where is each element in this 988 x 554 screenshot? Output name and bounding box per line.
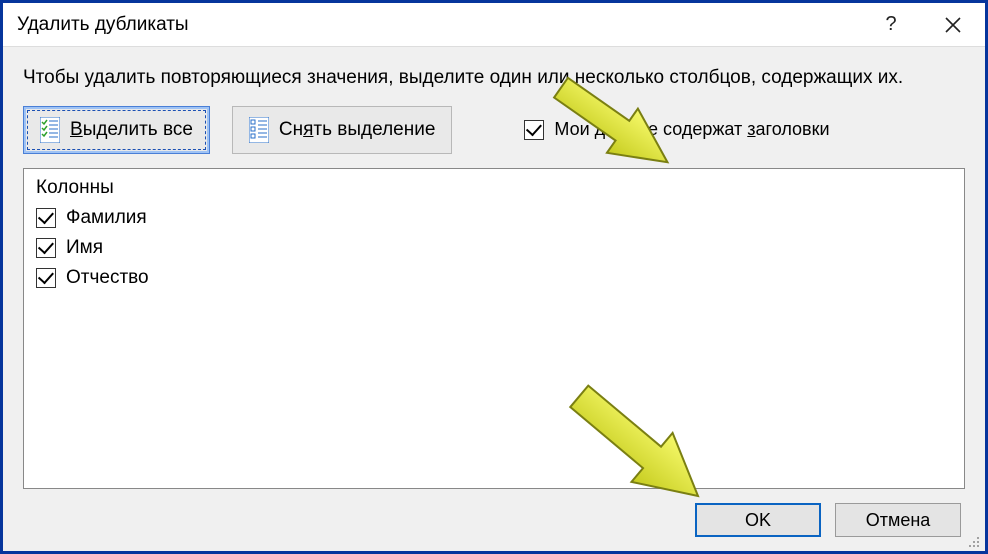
unselect-all-icon [249,117,269,143]
column-checkbox[interactable] [36,208,56,228]
unselect-all-button[interactable]: Снять выделение [232,106,453,154]
column-checkbox[interactable] [36,268,56,288]
select-all-button[interactable]: Выделить все [23,106,210,154]
dialog-content: Чтобы удалить повторяющиеся значения, вы… [3,47,985,489]
close-icon [944,16,962,34]
instruction-text: Чтобы удалить повторяющиеся значения, вы… [23,65,965,92]
titlebar: Удалить дубликаты ? [3,3,985,47]
close-button[interactable] [921,3,985,47]
columns-header: Колонны [34,175,954,203]
unselect-all-label: Снять выделение [279,119,436,141]
toolbar-row: Выделить все Снять выделение [23,106,965,154]
column-label: Отчество [66,267,149,289]
columns-listbox[interactable]: Колонны Фамилия Имя Отчество [23,168,965,489]
column-item[interactable]: Фамилия [34,203,954,233]
column-item[interactable]: Отчество [34,263,954,293]
dialog-footer: OK Отмена [3,489,985,551]
headers-checkbox-label: Мои данные содержат заголовки [554,119,829,140]
remove-duplicates-dialog: Удалить дубликаты ? Чтобы удалить повтор… [0,0,988,554]
cancel-button[interactable]: Отмена [835,503,961,537]
column-label: Фамилия [66,207,147,229]
select-all-icon [40,117,60,143]
ok-button[interactable]: OK [695,503,821,537]
help-button[interactable]: ? [861,3,921,47]
column-item[interactable]: Имя [34,233,954,263]
select-all-label: Выделить все [70,119,193,141]
headers-checkbox-wrap[interactable]: Мои данные содержат заголовки [524,119,829,140]
headers-checkbox[interactable] [524,120,544,140]
column-label: Имя [66,237,103,259]
resize-grip-icon[interactable] [965,533,981,549]
dialog-title: Удалить дубликаты [17,14,861,36]
column-checkbox[interactable] [36,238,56,258]
